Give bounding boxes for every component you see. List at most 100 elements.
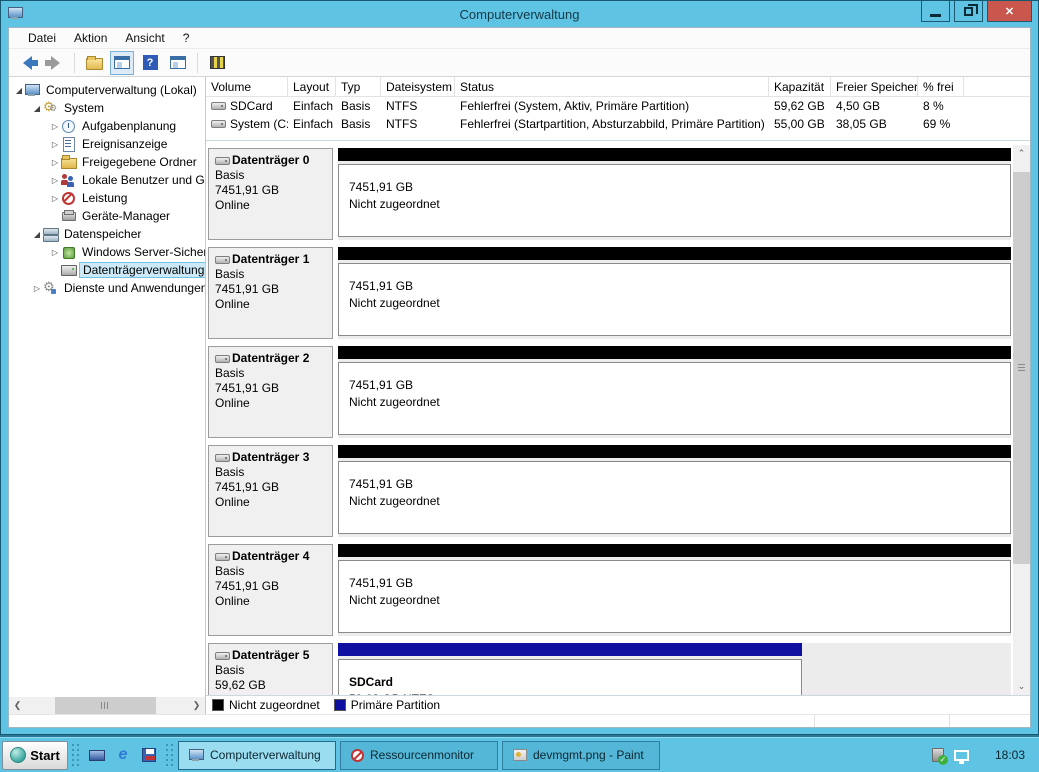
tree-item-aufgabenplanung[interactable]: ▷ Aufgabenplanung — [9, 117, 205, 135]
internet-explorer-button[interactable]: e — [112, 744, 134, 766]
disk-header[interactable]: Datenträger 0 Basis 7451,91 GB Online — [208, 148, 333, 240]
disk-header[interactable]: Datenträger 2 Basis 7451,91 GB Online — [208, 346, 333, 438]
tree-horizontal-scrollbar[interactable]: ❮ ❯ — [9, 697, 205, 714]
taskbar-window-button[interactable]: devmgmt.png - Paint — [502, 740, 660, 770]
scroll-up-icon[interactable]: ⌃ — [1013, 145, 1030, 162]
restore-icon — [964, 3, 978, 16]
disk-partition-area[interactable]: SDCard 59,62 GB NTFS — [338, 643, 1011, 695]
column-header[interactable]: % frei — [918, 76, 964, 97]
usb-eject-icon[interactable] — [931, 748, 948, 765]
disk-partition-area[interactable]: 7451,91 GB Nicht zugeordnet — [338, 445, 1011, 537]
volume-row[interactable]: SDCard Einfach Basis NTFS Fehlerfrei (Sy… — [206, 97, 1030, 115]
folder-icon — [85, 56, 103, 70]
taskbar-window-button[interactable]: Computerverwaltung — [178, 740, 336, 770]
tree-item-dienste-und-anwendungen[interactable]: ▷ Dienste und Anwendungen — [9, 279, 205, 297]
scroll-thumb[interactable] — [1013, 172, 1030, 565]
scroll-thumb[interactable] — [55, 697, 156, 714]
taskbar-window-button[interactable]: Ressourcenmonitor — [340, 740, 498, 770]
tree-item-freigegebene-ordner[interactable]: ▷ Freigegebene Ordner — [9, 153, 205, 171]
taskbar-clock[interactable]: 18:03 — [995, 748, 1025, 762]
disk-partition-area[interactable]: 7451,91 GB Nicht zugeordnet — [338, 346, 1011, 438]
taskbar-button-label: Ressourcenmonitor — [370, 748, 475, 762]
expander-icon[interactable]: ▷ — [49, 176, 61, 185]
tree-item-icon — [61, 119, 76, 133]
close-button[interactable]: ✕ — [987, 1, 1032, 22]
partition-block[interactable]: SDCard 59,62 GB NTFS — [338, 643, 803, 695]
partition-block[interactable]: 7451,91 GB Nicht zugeordnet — [338, 148, 1011, 240]
expander-icon[interactable]: ▷ — [49, 194, 61, 203]
expander-icon[interactable]: ▷ — [49, 248, 61, 257]
tree-item-datentr-gerverwaltung[interactable]: Datenträgerverwaltung — [9, 261, 205, 279]
help-button[interactable]: ? — [138, 51, 162, 75]
disk-row: Datenträger 5 Basis 59,62 GB Online — [208, 643, 1011, 695]
show-desktop-button[interactable] — [86, 744, 108, 766]
disk-header[interactable]: Datenträger 1 Basis 7451,91 GB Online — [208, 247, 333, 339]
disk-tool-button[interactable] — [205, 51, 229, 75]
export-list-button[interactable] — [82, 51, 106, 75]
expander-icon[interactable]: ◢ — [31, 230, 43, 239]
expander-icon[interactable]: ▷ — [49, 122, 61, 131]
disk-status: Online — [215, 495, 250, 509]
column-header[interactable]: Kapazität — [769, 76, 831, 97]
expander-icon[interactable]: ◢ — [31, 104, 43, 113]
tree-item-label: Aufgabenplanung — [82, 119, 177, 133]
tree-item-ereignisanzeige[interactable]: ▷ Ereignisanzeige — [9, 135, 205, 153]
minimize-button[interactable] — [921, 1, 950, 22]
forward-button[interactable] — [43, 51, 67, 75]
partition-block[interactable]: 7451,91 GB Nicht zugeordnet — [338, 445, 1011, 537]
partition-block[interactable]: 7451,91 GB Nicht zugeordnet — [338, 247, 1011, 339]
disk-header[interactable]: Datenträger 5 Basis 59,62 GB Online — [208, 643, 333, 695]
volume-row[interactable]: System (C:) Einfach Basis NTFS Fehlerfre… — [206, 115, 1030, 133]
volume-name-cell: SDCard — [206, 97, 288, 115]
disk-vertical-scrollbar[interactable]: ⌃ ⌄ — [1013, 145, 1030, 695]
disk-partition-area[interactable]: 7451,91 GB Nicht zugeordnet — [338, 148, 1011, 240]
tree-item-icon — [61, 209, 76, 223]
disk-partition-area[interactable]: 7451,91 GB Nicht zugeordnet — [338, 247, 1011, 339]
action-pane-toggle-button[interactable] — [166, 51, 190, 75]
column-header[interactable]: Freier Speicher — [831, 76, 918, 97]
expander-icon[interactable]: ▷ — [49, 140, 61, 149]
menu-item[interactable]: Ansicht — [116, 29, 173, 47]
scroll-left-icon[interactable]: ❮ — [9, 697, 26, 714]
free-percent-cell: 69 % — [923, 117, 951, 131]
partition-block[interactable]: 7451,91 GB Nicht zugeordnet — [338, 346, 1011, 438]
network-icon[interactable] — [953, 749, 969, 764]
restore-button[interactable] — [954, 1, 983, 22]
taskbar-grip[interactable] — [165, 743, 175, 767]
column-header[interactable]: Status — [455, 76, 769, 97]
tree-item-ger-te-manager[interactable]: Geräte-Manager — [9, 207, 205, 225]
partition-line2: Nicht zugeordnet — [349, 395, 440, 409]
titlebar[interactable]: Computerverwaltung ✕ — [1, 1, 1038, 27]
disk-header[interactable]: Datenträger 3 Basis 7451,91 GB Online — [208, 445, 333, 537]
scroll-track[interactable] — [1013, 162, 1030, 678]
column-header[interactable]: Layout — [288, 76, 336, 97]
taskbar-grip[interactable] — [71, 743, 81, 767]
tree-item-datenspeicher[interactable]: ◢ Datenspeicher — [9, 225, 205, 243]
tree-item-lokale-benutzer-und-gru[interactable]: ▷ Lokale Benutzer und Gru — [9, 171, 205, 189]
disk-header[interactable]: Datenträger 4 Basis 7451,91 GB Online — [208, 544, 333, 636]
menu-item[interactable]: Aktion — [65, 29, 116, 47]
column-header[interactable]: Dateisystem — [381, 76, 455, 97]
tree-item-leistung[interactable]: ▷ Leistung — [9, 189, 205, 207]
menu-item[interactable]: ? — [174, 29, 199, 47]
scroll-down-icon[interactable]: ⌄ — [1013, 678, 1030, 695]
tree-item-system[interactable]: ◢ System — [9, 99, 205, 117]
partition-block[interactable]: 7451,91 GB Nicht zugeordnet — [338, 544, 1011, 636]
disk-partition-area[interactable]: 7451,91 GB Nicht zugeordnet — [338, 544, 1011, 636]
partition-body: 7451,91 GB Nicht zugeordnet — [338, 362, 1011, 435]
column-header[interactable]: Typ — [336, 76, 381, 97]
console-tree-toggle-button[interactable] — [110, 50, 134, 75]
column-header[interactable]: Volume — [206, 76, 288, 97]
scroll-right-icon[interactable]: ❯ — [188, 697, 205, 714]
menu-item[interactable]: Datei — [19, 29, 65, 47]
scroll-track[interactable] — [26, 697, 188, 714]
tree-item-windows-server-sicheru[interactable]: ▷ Windows Server-Sicheru — [9, 243, 205, 261]
start-button[interactable]: Start — [2, 740, 68, 770]
expander-icon[interactable]: ▷ — [49, 158, 61, 167]
back-button[interactable] — [15, 51, 39, 75]
file-manager-button[interactable] — [138, 744, 160, 766]
expander-icon[interactable]: ▷ — [31, 284, 43, 293]
partition-color-band — [338, 247, 1011, 260]
tree-item-computerverwaltung-lokal-[interactable]: ◢ Computerverwaltung (Lokal) — [9, 81, 205, 99]
expander-icon[interactable]: ◢ — [13, 86, 25, 95]
